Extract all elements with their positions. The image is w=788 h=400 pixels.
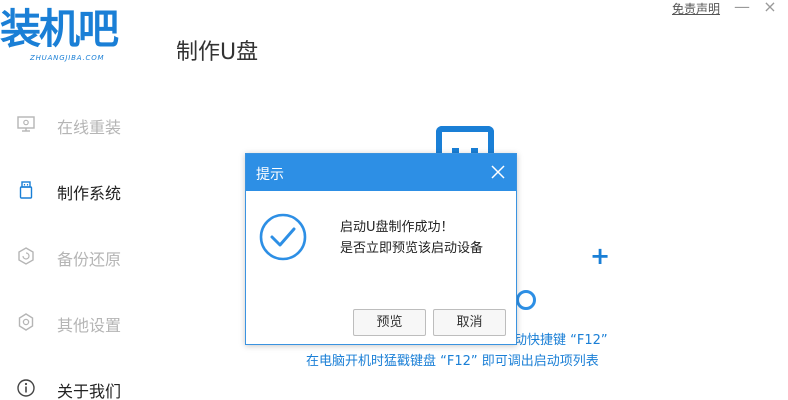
dialog-message-line1: 启动U盘制作成功！ [340, 220, 454, 235]
sidebar-item-online-reinstall[interactable]: 在线重装 [0, 104, 170, 144]
dialog-header: 提示 [246, 154, 516, 191]
dialog-message-line2: 是否立即预览该启动设备 [340, 241, 484, 256]
backup-icon [16, 246, 36, 266]
plus-icon: + [590, 242, 611, 270]
dialog-title: 提示 [256, 167, 284, 183]
cancel-button[interactable]: 取消 [433, 309, 506, 336]
sidebar-item-about-us[interactable]: 关于我们 [0, 368, 170, 400]
info-icon [16, 378, 36, 398]
ring-icon [516, 290, 536, 310]
sidebar-item-label: 备份还原 [57, 250, 122, 269]
disclaimer-link[interactable]: 免责声明 [672, 0, 720, 17]
sidebar-item-label: 在线重装 [57, 118, 122, 137]
sidebar-item-label: 其他设置 [57, 316, 122, 335]
sidebar-item-backup-restore[interactable]: 备份还原 [0, 236, 170, 276]
sidebar-item-label: 关于我们 [57, 382, 122, 400]
prompt-dialog: 提示 启动U盘制作成功！ 是否立即预览该启动设备 预览 取消 [245, 153, 517, 345]
monitor-icon [16, 114, 36, 134]
close-window-button[interactable]: × [760, 0, 780, 18]
boot-menu-hint: 在电脑开机时猛戳键盘 “F12” 即可调出启动项列表 [306, 354, 599, 369]
shortcut-hint: 动快捷键 “F12” [514, 333, 608, 348]
sidebar-item-make-system[interactable]: 制作系统 [0, 170, 170, 210]
preview-button[interactable]: 预览 [353, 309, 426, 336]
app-window: 装机吧 ZHUANGJIBA.COM 制作U盘 免责声明 — × 在线重装 制作… [0, 0, 788, 400]
dialog-close-button[interactable] [486, 160, 510, 184]
success-check-icon [258, 212, 308, 262]
gear-icon [16, 312, 36, 332]
sidebar-item-label: 制作系统 [57, 184, 122, 203]
brand-logo: 装机吧 ZHUANGJIBA.COM [0, 6, 160, 70]
close-icon [491, 165, 505, 179]
logo-text: 装机吧 [0, 5, 119, 53]
usb-drive-icon [16, 180, 36, 200]
sidebar-item-other-settings[interactable]: 其他设置 [0, 302, 170, 342]
logo-subtitle: ZHUANGJIBA.COM [30, 54, 105, 62]
page-title: 制作U盘 [176, 40, 259, 65]
minimize-button[interactable]: — [732, 0, 752, 18]
